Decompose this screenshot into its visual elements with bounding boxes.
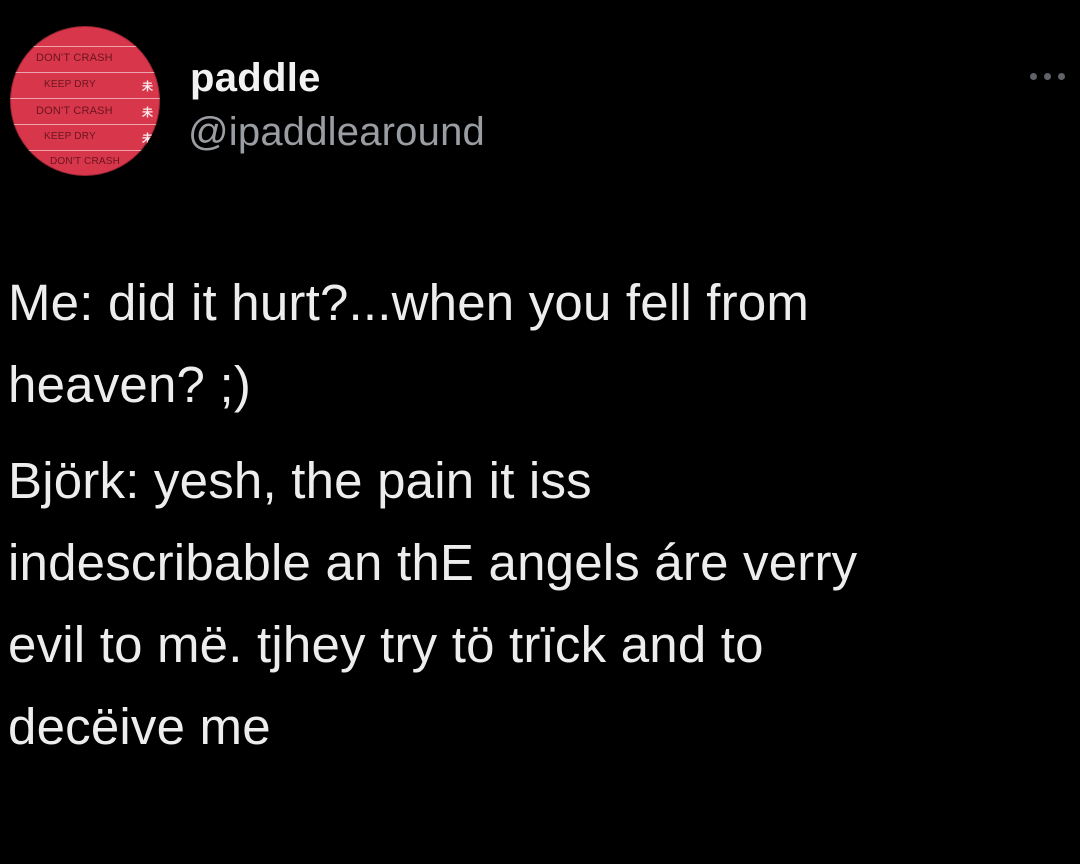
- user-handle[interactable]: @ipaddlearound: [188, 110, 485, 155]
- avatar-label: DON'T CRASH: [36, 105, 113, 117]
- tweet-text: Me: did it hurt?...when you fell from he…: [8, 262, 1074, 768]
- avatar-glyph: 未: [142, 133, 153, 145]
- avatar-label: KEEP DRY: [44, 131, 96, 142]
- tweet-card: DON'T CRASH KEEP DRY DON'T CRASH KEEP DR…: [0, 0, 1080, 864]
- avatar-label: KEEP DRY: [44, 79, 96, 90]
- avatar[interactable]: DON'T CRASH KEEP DRY DON'T CRASH KEEP DR…: [10, 26, 160, 176]
- more-options-icon[interactable]: [1024, 66, 1070, 86]
- display-name[interactable]: paddle: [190, 56, 321, 101]
- tweet-paragraph: Me: did it hurt?...when you fell from he…: [8, 274, 810, 413]
- avatar-label: DON'T CRASH: [36, 52, 113, 64]
- avatar-glyph: 未: [142, 107, 153, 119]
- avatar-glyph: 未: [142, 81, 153, 93]
- tweet-paragraph: Björk: yesh, the pain it iss indescribab…: [8, 452, 858, 755]
- avatar-label: DON'T CRASH: [50, 156, 121, 167]
